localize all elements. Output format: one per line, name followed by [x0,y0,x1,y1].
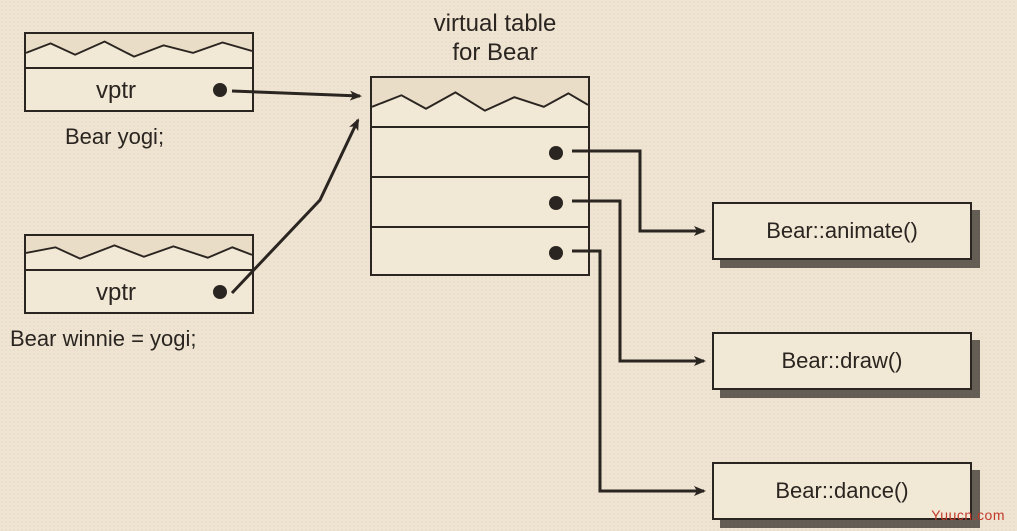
pointer-dot-icon [213,83,227,97]
caption-yogi: Bear yogi; [65,124,164,150]
vtable-title: virtual table for Bear [395,10,595,68]
func-draw: Bear::draw() [712,332,972,390]
arrow-slot1-animate [572,151,704,231]
vtable-title-line1: virtual table [434,10,557,37]
func-animate: Bear::animate() [712,202,972,260]
pointer-dot-icon [213,285,227,299]
pointer-dot-icon [549,246,563,260]
watermark: Yuucn.com [931,507,1005,523]
virtual-table [370,76,590,276]
pointer-dot-icon [549,196,563,210]
object-winnie-body: vptr [26,271,252,314]
vtable-slot-2 [372,178,588,228]
vtable-header [372,78,588,128]
arrow-slot2-draw [572,201,704,361]
torn-edge-icon [26,236,252,269]
object-yogi: vptr [24,32,254,112]
torn-edge-icon [372,78,588,126]
vtable-slot-1 [372,128,588,178]
torn-edge-icon [26,34,252,67]
vptr-label: vptr [96,77,136,105]
object-winnie: vptr [24,234,254,314]
vptr-label: vptr [96,279,136,307]
object-yogi-body: vptr [26,69,252,112]
arrow-slot3-dance [572,251,704,491]
caption-winnie: Bear winnie = yogi; [10,326,197,352]
object-winnie-header [26,236,252,271]
pointer-dot-icon [549,146,563,160]
vtable-slot-3 [372,228,588,278]
object-yogi-header [26,34,252,69]
vtable-title-line2: for Bear [452,39,537,66]
